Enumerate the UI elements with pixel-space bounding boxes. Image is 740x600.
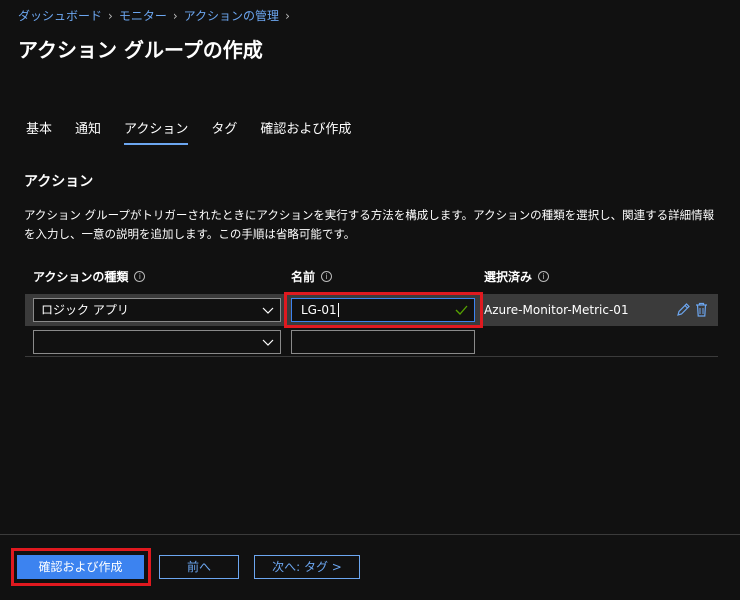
tab-tags[interactable]: タグ xyxy=(211,118,237,145)
pencil-icon[interactable] xyxy=(676,302,691,317)
section-title: アクション xyxy=(24,174,94,190)
previous-button[interactable]: 前へ xyxy=(159,555,239,579)
tab-basics[interactable]: 基本 xyxy=(26,118,52,145)
row-divider xyxy=(25,356,718,357)
tab-review-create[interactable]: 確認および作成 xyxy=(260,118,351,145)
header-selected: 選択済み i xyxy=(484,268,550,285)
tab-actions[interactable]: アクション xyxy=(124,118,189,145)
header-selected-label: 選択済み xyxy=(484,270,533,284)
info-icon[interactable]: i xyxy=(321,271,333,282)
header-action-type-label: アクションの種類 xyxy=(33,270,129,284)
info-icon[interactable]: i xyxy=(538,271,550,282)
action-type-dropdown[interactable]: ロジック アプリ xyxy=(33,298,281,322)
tab-notifications[interactable]: 通知 xyxy=(75,118,101,145)
chevron-down-icon xyxy=(262,339,274,346)
next-tags-button[interactable]: 次へ: タグ > xyxy=(254,555,360,579)
actions-grid: アクションの種類 i 名前 i 選択済み i ロジック アプリ LG-01 Az… xyxy=(25,262,718,358)
breadcrumb-dashboard[interactable]: ダッシュボード xyxy=(18,7,102,24)
header-name-label: 名前 xyxy=(291,270,316,284)
review-create-button[interactable]: 確認および作成 xyxy=(17,555,144,579)
section-description: アクション グループがトリガーされたときにアクションを実行する方法を構成します。… xyxy=(24,208,715,241)
breadcrumb: ダッシュボード › モニター › アクションの管理 › xyxy=(18,7,290,24)
selected-resource-value: Azure-Monitor-Metric-01 xyxy=(484,303,629,317)
header-name: 名前 i xyxy=(291,268,333,285)
trash-icon[interactable] xyxy=(695,302,708,317)
action-type-dropdown-empty[interactable] xyxy=(33,330,281,354)
chevron-right-icon: › xyxy=(108,8,113,23)
page-title: アクション グループの作成 xyxy=(18,38,263,62)
chevron-right-icon: › xyxy=(285,8,290,23)
tab-bar: 基本 通知 アクション タグ 確認および作成 xyxy=(26,118,374,145)
footer-divider xyxy=(0,534,740,535)
action-type-value: ロジック アプリ xyxy=(41,303,129,317)
header-action-type: アクションの種類 i xyxy=(33,268,146,285)
info-icon[interactable]: i xyxy=(134,271,146,282)
breadcrumb-monitor[interactable]: モニター xyxy=(119,7,167,24)
chevron-down-icon xyxy=(262,307,274,314)
name-highlight-box xyxy=(284,292,483,328)
chevron-right-icon: › xyxy=(172,8,178,23)
action-name-input-empty[interactable] xyxy=(291,330,475,354)
breadcrumb-manage-actions[interactable]: アクションの管理 xyxy=(184,7,279,24)
